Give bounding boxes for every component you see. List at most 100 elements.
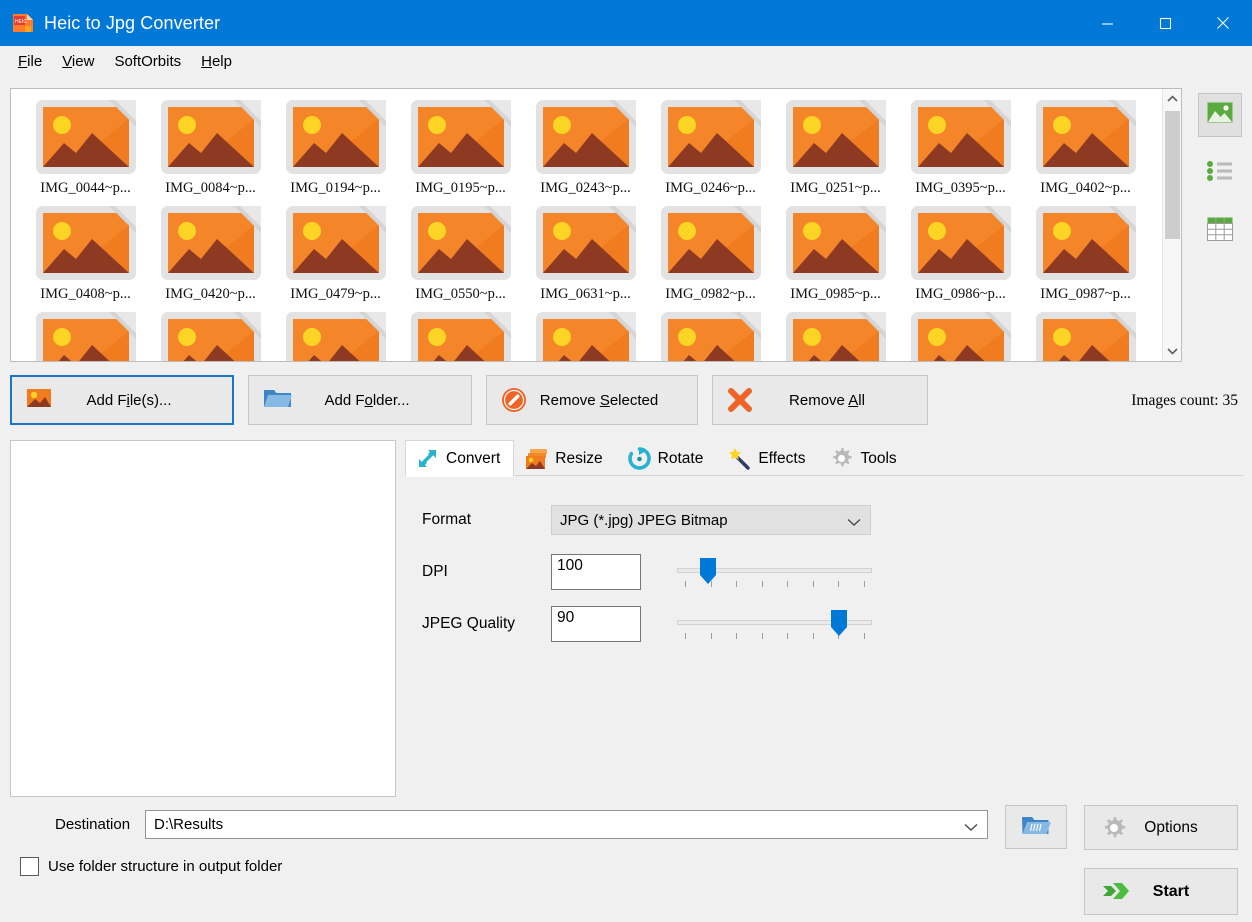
slider-tick	[762, 581, 763, 587]
thumbnail-label: IMG_0044~p...	[23, 180, 148, 197]
dpi-slider[interactable]	[677, 554, 872, 590]
tab-resize[interactable]: Resize	[514, 440, 616, 476]
image-placeholder-icon	[782, 97, 890, 177]
slider-tick	[838, 581, 839, 587]
chevron-down-icon[interactable]	[964, 819, 978, 836]
scroll-up-button[interactable]	[1163, 89, 1181, 109]
thumbnail-item[interactable]: IMG_0987~p...	[1023, 203, 1148, 303]
image-placeholder-icon	[532, 97, 640, 177]
scroll-down-button[interactable]	[1163, 341, 1181, 361]
thumbnail-item[interactable]: IMG_0986~p...	[898, 203, 1023, 303]
thumbnail-item[interactable]	[1023, 309, 1148, 362]
thumbnail-item[interactable]	[773, 309, 898, 362]
convert-form: Format JPG (*.jpg) JPEG Bitmap DPI 100 J…	[405, 476, 1243, 642]
settings-tab-panel: Convert ResizeRotateEffectsTools Format J…	[405, 440, 1243, 797]
image-placeholder-icon	[657, 309, 765, 362]
tab-rotate[interactable]: Rotate	[617, 440, 718, 476]
thumbnails-panel[interactable]: IMG_0044~p...IMG_0084~p...IMG_0194~p...I…	[10, 88, 1182, 362]
thumbnail-item[interactable]: IMG_0550~p...	[398, 203, 523, 303]
dpi-input[interactable]: 100	[551, 554, 641, 590]
view-mode-thumbnails[interactable]	[1198, 93, 1242, 137]
thumbnail-item[interactable]	[148, 309, 273, 362]
thumbnail-item[interactable]	[23, 309, 148, 362]
dpi-slider-thumb[interactable]	[700, 558, 716, 584]
thumbnail-item[interactable]	[398, 309, 523, 362]
tab-effects[interactable]: Effects	[717, 440, 819, 476]
thumbnail-item[interactable]: IMG_0985~p...	[773, 203, 898, 303]
thumbnails-scrollbar[interactable]	[1162, 89, 1181, 361]
menu-item-softorbits[interactable]: SoftOrbits	[104, 49, 191, 74]
thumbnail-item[interactable]: IMG_0044~p...	[23, 97, 148, 197]
minimize-button[interactable]	[1078, 0, 1136, 46]
destination-value: D:\Results	[154, 816, 223, 833]
table-grid-icon	[1207, 217, 1233, 246]
slider-tick	[736, 581, 737, 587]
thumbnail-item[interactable]: IMG_0194~p...	[273, 97, 398, 197]
format-select[interactable]: JPG (*.jpg) JPEG Bitmap	[551, 505, 871, 535]
thumbnail-item[interactable]: IMG_0479~p...	[273, 203, 398, 303]
add-file-s-button[interactable]: Add File(s)...	[10, 375, 234, 425]
maximize-button[interactable]	[1136, 0, 1194, 46]
image-placeholder-icon	[782, 309, 890, 362]
image-placeholder-icon	[282, 97, 390, 177]
add-folder-button[interactable]: Add Folder...	[248, 375, 472, 425]
image-placeholder-icon	[407, 309, 515, 362]
destination-label: Destination	[10, 816, 145, 833]
preview-panel[interactable]	[10, 440, 396, 797]
thumbnail-item[interactable]: IMG_0195~p...	[398, 97, 523, 197]
menu-item-help[interactable]: Help	[191, 49, 242, 74]
thumbnail-item[interactable]: IMG_0243~p...	[523, 97, 648, 197]
image-placeholder-icon	[282, 203, 390, 283]
options-button[interactable]: Options	[1084, 805, 1238, 850]
view-mode-list[interactable]	[1198, 151, 1242, 195]
slider-tick	[762, 633, 763, 639]
thumbnail-item[interactable]: IMG_0402~p...	[1023, 97, 1148, 197]
red-x-icon	[727, 387, 753, 413]
close-button[interactable]	[1194, 0, 1252, 46]
browse-destination-button[interactable]	[1005, 805, 1067, 849]
thumbnail-item[interactable]: IMG_0246~p...	[648, 97, 773, 197]
view-mode-details[interactable]	[1198, 209, 1242, 253]
resize-images-icon	[525, 447, 548, 470]
thumbnail-item[interactable]	[648, 309, 773, 362]
tab-tools[interactable]: Tools	[819, 440, 910, 476]
menu-item-view[interactable]: View	[52, 49, 104, 74]
thumbnail-item[interactable]: IMG_0982~p...	[648, 203, 773, 303]
format-value: JPG (*.jpg) JPEG Bitmap	[560, 512, 728, 529]
slider-tick	[864, 581, 865, 587]
folder-structure-checkbox-row[interactable]: Use folder structure in output folder	[20, 857, 282, 876]
destination-input[interactable]: D:\Results	[145, 810, 988, 839]
slider-tick	[813, 633, 814, 639]
quality-slider[interactable]	[677, 606, 872, 642]
thumbnail-item[interactable]: IMG_0084~p...	[148, 97, 273, 197]
button-label: Remove Selected	[527, 392, 697, 409]
folder-structure-checkbox[interactable]	[20, 857, 39, 876]
thumbnail-item[interactable]	[273, 309, 398, 362]
thumbnail-item[interactable]	[523, 309, 648, 362]
thumbnail-item[interactable]: IMG_0408~p...	[23, 203, 148, 303]
thumbnail-item[interactable]	[898, 309, 1023, 362]
remove-all-button[interactable]: Remove All	[712, 375, 928, 425]
menu-item-file[interactable]: File	[8, 49, 52, 74]
thumbnail-item[interactable]: IMG_0395~p...	[898, 97, 1023, 197]
quality-row: JPEG Quality 90	[421, 606, 1243, 642]
remove-selected-button[interactable]: Remove Selected	[486, 375, 698, 425]
tab-label: Convert	[446, 450, 500, 468]
thumbnail-label: IMG_0550~p...	[398, 286, 523, 303]
thumbnail-item[interactable]: IMG_0420~p...	[148, 203, 273, 303]
quality-input[interactable]: 90	[551, 606, 641, 642]
quality-slider-thumb[interactable]	[831, 610, 847, 636]
thumbnail-item[interactable]: IMG_0631~p...	[523, 203, 648, 303]
tab-strip: Convert ResizeRotateEffectsTools	[405, 440, 1243, 476]
convert-arrows-icon	[416, 447, 439, 470]
scrollbar-thumb[interactable]	[1165, 111, 1180, 239]
dpi-label: DPI	[421, 563, 551, 581]
tab-convert[interactable]: Convert	[405, 440, 514, 476]
thumbnail-item[interactable]: IMG_0251~p...	[773, 97, 898, 197]
thumbnail-label: IMG_0194~p...	[273, 180, 398, 197]
start-button[interactable]: Start	[1084, 868, 1238, 915]
thumbnail-label: IMG_0246~p...	[648, 180, 773, 197]
title-bar: HEIC Heic to Jpg Converter	[0, 0, 1252, 46]
start-label: Start	[1127, 883, 1237, 901]
quality-label: JPEG Quality	[421, 615, 551, 633]
